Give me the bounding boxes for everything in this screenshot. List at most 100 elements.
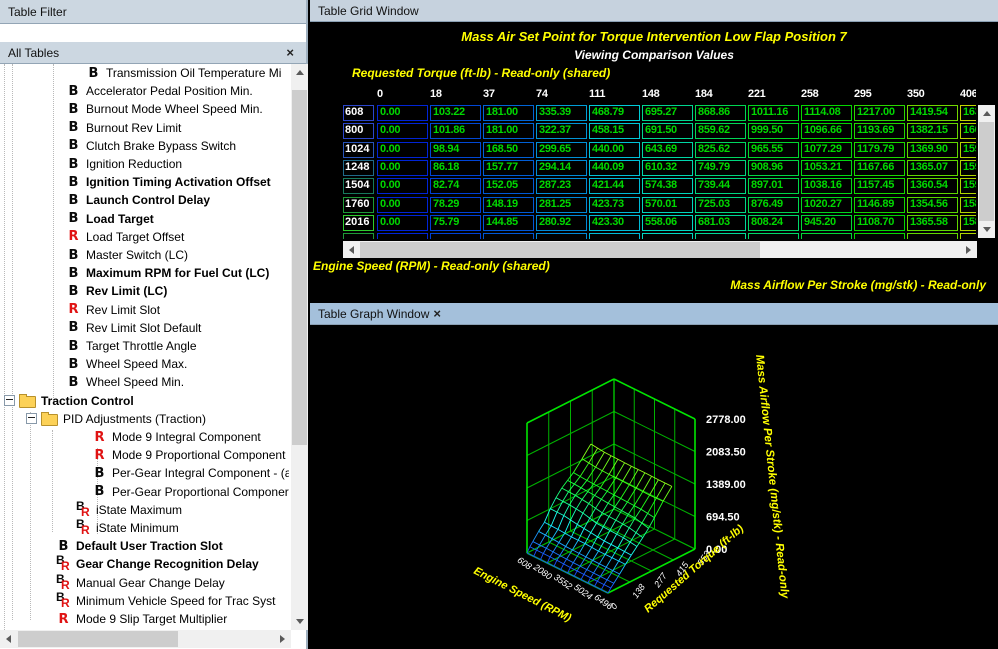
- grid-cell[interactable]: 868.86: [695, 105, 746, 121]
- tree-item-pid-adjustments-traction[interactable]: PID Adjustments (Traction): [0, 410, 289, 428]
- grid-cell[interactable]: 152.05: [483, 178, 534, 194]
- collapse-expander-icon[interactable]: [26, 413, 37, 424]
- scroll-down-icon[interactable]: [978, 221, 995, 238]
- grid-cell[interactable]: 681.03: [695, 215, 746, 231]
- tree-hscroll-thumb[interactable]: [18, 631, 178, 647]
- tree-item-mode-9-integral-component[interactable]: RMode 9 Integral Component: [0, 428, 289, 446]
- grid-cell[interactable]: 1038.16: [801, 178, 852, 194]
- scroll-up-icon[interactable]: [291, 64, 308, 81]
- table-grid-window-titlebar[interactable]: Table Grid Window: [310, 0, 998, 22]
- tree-item-manual-gear-change-delay[interactable]: BRManual Gear Change Delay: [0, 574, 289, 592]
- tree-item-default-user-traction-slot[interactable]: BDefault User Traction Slot: [0, 537, 289, 555]
- grid-cell[interactable]: 168.50: [483, 142, 534, 158]
- grid-cell[interactable]: 1369.90: [907, 142, 958, 158]
- grid-cell[interactable]: 86.18: [430, 160, 481, 176]
- tree-item-ignition-reduction[interactable]: BIgnition Reduction: [0, 155, 289, 173]
- scroll-right-icon[interactable]: [274, 630, 291, 647]
- scroll-left-icon[interactable]: [343, 241, 360, 258]
- grid-cell[interactable]: 1053.21: [801, 160, 852, 176]
- tree-item-per-gear-proportional-componer[interactable]: BPer-Gear Proportional Componer: [0, 483, 289, 501]
- grid-cell[interactable]: 610.32: [642, 160, 693, 176]
- grid-cell[interactable]: 1114.08: [801, 105, 852, 121]
- grid-cell[interactable]: 558.06: [642, 215, 693, 231]
- tree-item-maximum-rpm-for-fuel-cut-lc[interactable]: BMaximum RPM for Fuel Cut (LC): [0, 264, 289, 282]
- grid-cell[interactable]: 1588.00: [960, 215, 976, 231]
- grid-cell[interactable]: 1354.56: [907, 197, 958, 213]
- tree-item-clutch-brake-bypass-switch[interactable]: BClutch Brake Bypass Switch: [0, 137, 289, 155]
- value-grid[interactable]: 0183774111148184221258295350406446080.00…: [343, 88, 976, 240]
- grid-cell[interactable]: 458.15: [589, 123, 640, 139]
- grid-cell[interactable]: 1096.66: [801, 123, 852, 139]
- grid-cell[interactable]: 1587.45: [960, 197, 976, 213]
- grid-cell[interactable]: 148.19: [483, 197, 534, 213]
- grid-cell[interactable]: 299.65: [536, 142, 587, 158]
- grid-cell[interactable]: 78.29: [430, 197, 481, 213]
- grid-cell[interactable]: 1146.89: [854, 197, 905, 213]
- tree-item-rev-limit-lc[interactable]: BRev Limit (LC): [0, 282, 289, 300]
- grid-cell[interactable]: 859.62: [695, 123, 746, 139]
- scroll-up-icon[interactable]: [978, 105, 995, 122]
- grid-cell[interactable]: 440.00: [589, 142, 640, 158]
- grid-cell[interactable]: 98.94: [430, 142, 481, 158]
- tree-item-burnout-mode-wheel-speed-min[interactable]: BBurnout Mode Wheel Speed Min.: [0, 100, 289, 118]
- grid-cell[interactable]: 1020.27: [801, 197, 852, 213]
- grid-cell[interactable]: 897.01: [748, 178, 799, 194]
- tree-item-per-gear-integral-component-a[interactable]: BPer-Gear Integral Component - (a: [0, 464, 289, 482]
- grid-cell[interactable]: 725.03: [695, 197, 746, 213]
- grid-cell[interactable]: 908.96: [748, 160, 799, 176]
- grid-cell[interactable]: 181.00: [483, 123, 534, 139]
- tree-vscroll-thumb[interactable]: [292, 90, 307, 445]
- grid-cell[interactable]: 423.73: [589, 197, 640, 213]
- grid-cell[interactable]: 1157.45: [854, 178, 905, 194]
- close-icon[interactable]: ×: [282, 45, 298, 60]
- grid-cell[interactable]: 0.00: [377, 215, 428, 231]
- grid-vscroll-thumb[interactable]: [979, 122, 994, 221]
- grid-cell[interactable]: 965.55: [748, 142, 799, 158]
- grid-cell[interactable]: 1217.00: [854, 105, 905, 121]
- grid-cell[interactable]: 876.49: [748, 197, 799, 213]
- scroll-left-icon[interactable]: [0, 630, 17, 647]
- grid-cell[interactable]: 101.86: [430, 123, 481, 139]
- grid-cell[interactable]: 1365.58: [907, 215, 958, 231]
- tree-item-target-throttle-angle[interactable]: BTarget Throttle Angle: [0, 337, 289, 355]
- tables-tree[interactable]: BTransmission Oil Temperature MiBAcceler…: [0, 64, 289, 630]
- close-icon[interactable]: ×: [429, 306, 445, 321]
- grid-cell[interactable]: 423.30: [589, 215, 640, 231]
- grid-cell[interactable]: 570.01: [642, 197, 693, 213]
- grid-cell[interactable]: 82.74: [430, 178, 481, 194]
- scroll-right-icon[interactable]: [960, 241, 977, 258]
- grid-cell[interactable]: 1419.54: [907, 105, 958, 121]
- grid-cell[interactable]: 144.85: [483, 215, 534, 231]
- tree-item-istate-maximum[interactable]: BRiState Maximum: [0, 501, 289, 519]
- tree-item-rev-limit-slot-default[interactable]: BRev Limit Slot Default: [0, 319, 289, 337]
- surface-plot[interactable]: 0.00694.501389.002083.502778.00608208035…: [310, 325, 998, 649]
- tree-item-wheel-speed-max[interactable]: BWheel Speed Max.: [0, 355, 289, 373]
- grid-cell[interactable]: 0.00: [377, 160, 428, 176]
- grid-cell[interactable]: 287.23: [536, 178, 587, 194]
- tree-item-istate-minimum[interactable]: BRiState Minimum: [0, 519, 289, 537]
- grid-cell[interactable]: 281.25: [536, 197, 587, 213]
- tree-item-mode-9-slip-target-multiplier[interactable]: RMode 9 Slip Target Multiplier: [0, 610, 289, 628]
- tree-vertical-scrollbar[interactable]: [291, 64, 308, 630]
- all-tables-header[interactable]: All Tables ×: [0, 42, 306, 64]
- grid-cell[interactable]: 739.44: [695, 178, 746, 194]
- grid-cell[interactable]: 0.00: [377, 142, 428, 158]
- tree-item-wheel-speed-min[interactable]: BWheel Speed Min.: [0, 373, 289, 391]
- grid-cell[interactable]: 643.69: [642, 142, 693, 158]
- table-filter-input[interactable]: [0, 24, 306, 42]
- grid-cell[interactable]: 574.38: [642, 178, 693, 194]
- grid-horizontal-scrollbar[interactable]: [343, 241, 977, 258]
- tree-item-gear-change-recognition-delay[interactable]: BRGear Change Recognition Delay: [0, 555, 289, 573]
- grid-cell[interactable]: 1605.59: [960, 123, 976, 139]
- grid-cell[interactable]: 825.62: [695, 142, 746, 158]
- grid-cell[interactable]: 0.00: [377, 105, 428, 121]
- table-filter-header[interactable]: Table Filter: [0, 0, 306, 24]
- grid-cell[interactable]: 103.22: [430, 105, 481, 121]
- grid-cell[interactable]: 280.92: [536, 215, 587, 231]
- grid-cell[interactable]: 0.00: [377, 178, 428, 194]
- tree-item-rev-limit-slot[interactable]: RRev Limit Slot: [0, 301, 289, 319]
- tree-item-load-target-offset[interactable]: RLoad Target Offset: [0, 228, 289, 246]
- grid-cell[interactable]: 1193.69: [854, 123, 905, 139]
- grid-cell[interactable]: 1167.66: [854, 160, 905, 176]
- grid-cell[interactable]: 1639.59: [960, 105, 976, 121]
